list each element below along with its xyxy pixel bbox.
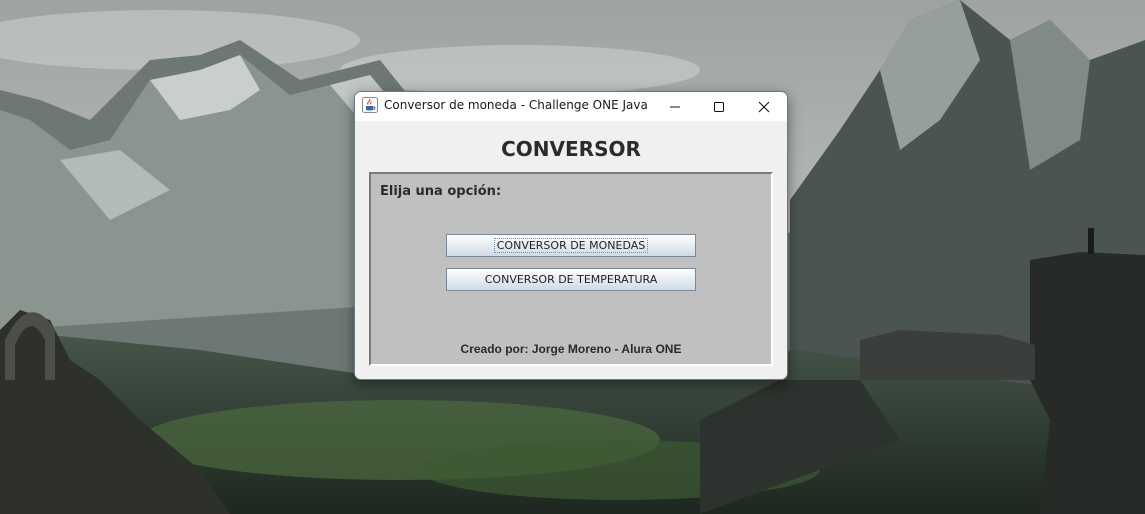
- temperature-converter-label: CONVERSOR DE TEMPERATURA: [484, 273, 658, 286]
- minimize-icon: [670, 106, 680, 107]
- close-icon: [758, 101, 770, 112]
- java-coffee-icon: [362, 97, 378, 113]
- minimize-button[interactable]: [652, 92, 698, 121]
- choose-option-label: Elija una opción:: [380, 184, 502, 199]
- content-pane: CONVERSOR Elija una opción: CONVERSOR DE…: [355, 121, 787, 379]
- maximize-button[interactable]: [696, 92, 742, 121]
- currency-converter-label: CONVERSOR DE MONEDAS: [493, 238, 649, 253]
- page-title: CONVERSOR: [501, 137, 641, 161]
- close-button[interactable]: [741, 92, 787, 121]
- maximize-icon: [714, 101, 724, 112]
- title-bar[interactable]: Conversor de moneda - Challenge ONE Java: [355, 92, 787, 121]
- window-title: Conversor de moneda - Challenge ONE Java: [384, 98, 648, 112]
- currency-converter-button[interactable]: CONVERSOR DE MONEDAS: [446, 234, 696, 257]
- options-panel: Elija una opción: CONVERSOR DE MONEDAS C…: [369, 172, 773, 366]
- app-window: Conversor de moneda - Challenge ONE Java…: [354, 91, 788, 380]
- author-credit: Creado por: Jorge Moreno - Alura ONE: [460, 342, 682, 356]
- temperature-converter-button[interactable]: CONVERSOR DE TEMPERATURA: [446, 268, 696, 291]
